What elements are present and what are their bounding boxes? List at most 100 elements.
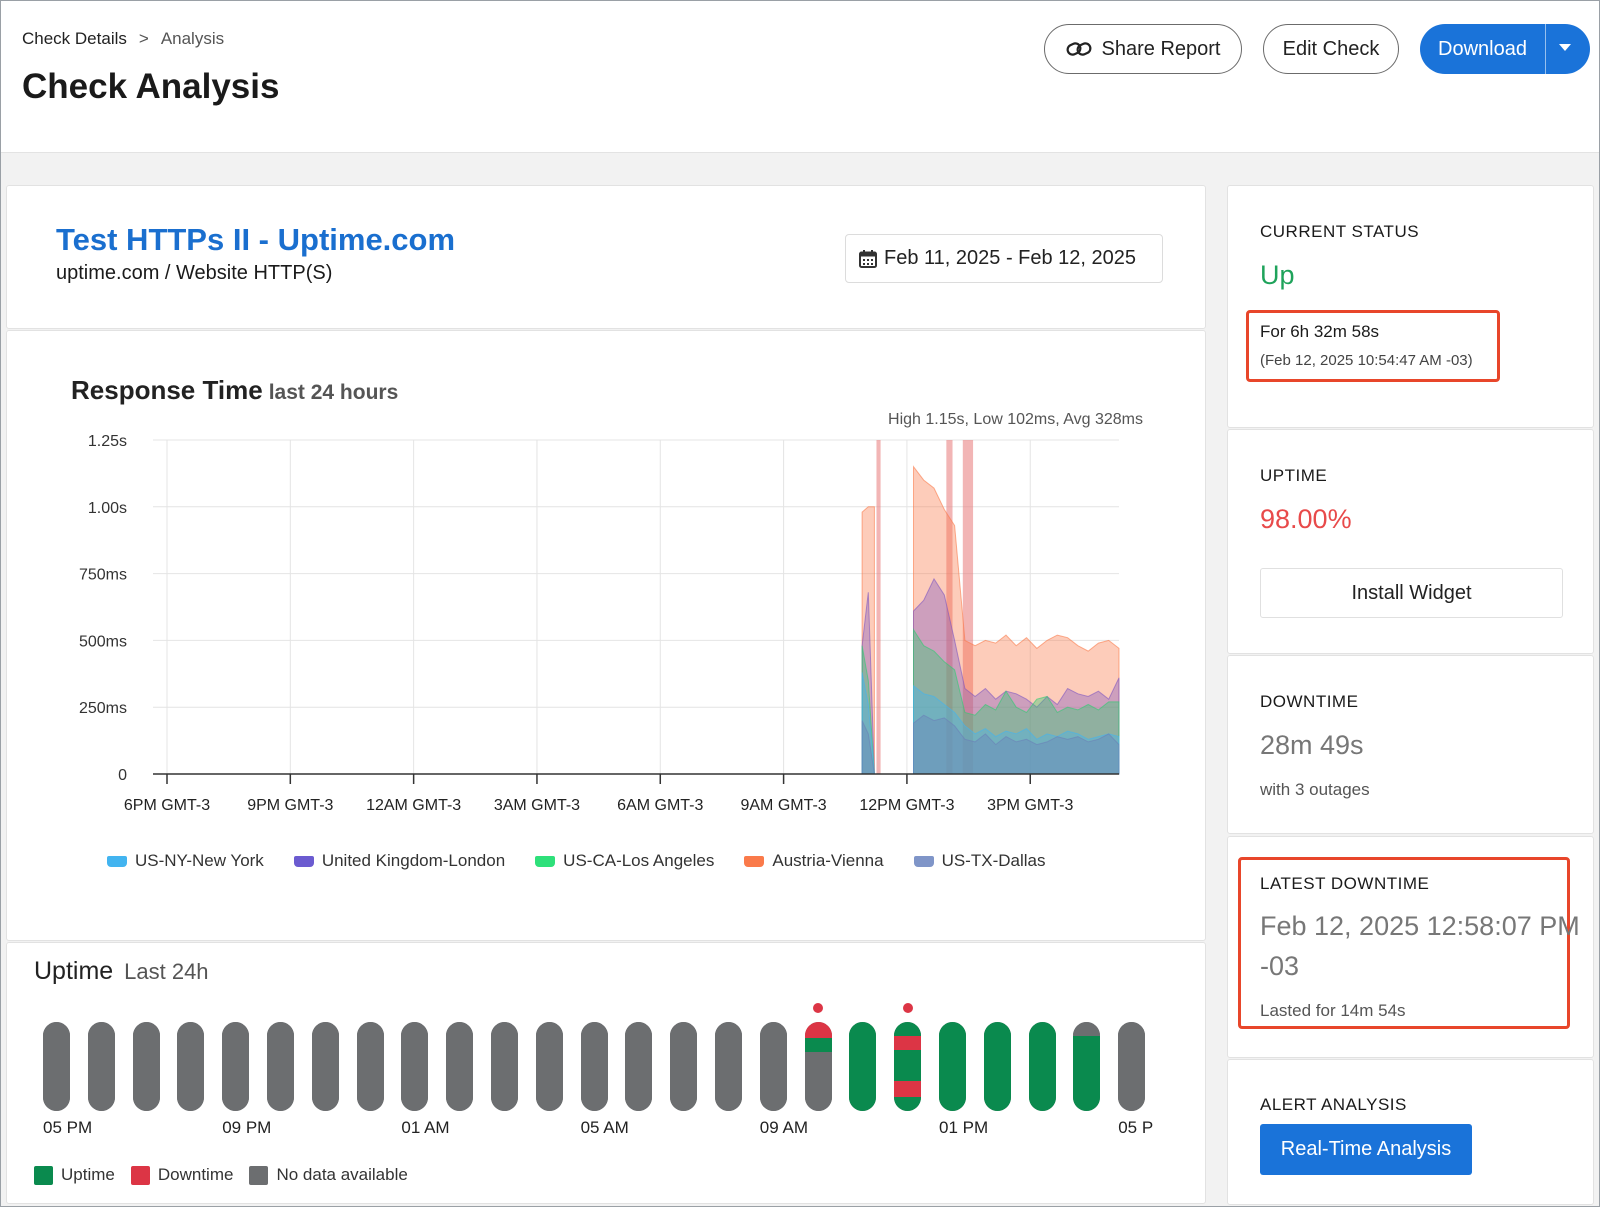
uptime-bar[interactable] [759, 1022, 787, 1111]
uptime-bar-segment [894, 1096, 922, 1111]
x-tick-label: 3PM GMT-3 [987, 797, 1073, 814]
uptime-bar[interactable] [1118, 1022, 1146, 1111]
uptime-bar-segment [939, 1022, 966, 1111]
breadcrumb: Check Details > Analysis [22, 29, 224, 49]
uptime-bar-segment [1028, 1022, 1056, 1111]
x-tick-label: 6PM GMT-3 [124, 797, 210, 814]
uptime-legend-swatch [130, 1165, 150, 1185]
latest-downtime-label: LATEST DOWNTIME [1260, 874, 1430, 893]
legend-item[interactable]: US-NY-New York [107, 851, 264, 871]
uptime-bar[interactable] [222, 1022, 250, 1111]
uptime-bar[interactable] [715, 1022, 742, 1111]
legend-swatch [107, 855, 127, 867]
uptime-bar[interactable] [804, 1022, 832, 1111]
uptime-bar[interactable] [1028, 1022, 1056, 1111]
uptime-bar[interactable] [894, 1022, 922, 1111]
legend-label: United Kingdom-London [321, 851, 506, 870]
check-name[interactable]: Test HTTPs II - Uptime.com [56, 222, 455, 258]
share-report-button[interactable]: Share Report [1044, 24, 1242, 74]
x-tick-label: 12PM GMT-3 [859, 797, 954, 814]
legend-item[interactable]: United Kingdom-London [293, 851, 506, 871]
legend-swatch [535, 855, 556, 867]
y-tick-label: 1.25s [88, 433, 127, 450]
uptime-bar[interactable] [1073, 1022, 1101, 1111]
latest-downtime-tz: -03 [1260, 951, 1300, 981]
uptime-bar-segment [625, 1022, 653, 1111]
uptime-bar[interactable] [491, 1022, 518, 1111]
uptime-bar-segment [1118, 1022, 1146, 1111]
outage-marker[interactable] [902, 1003, 913, 1013]
uptime-legend: Uptime Downtime No data available [34, 1165, 408, 1185]
uptime-title-suffix: Last 24h [124, 959, 209, 984]
legend-label: US-TX-Dallas [941, 851, 1046, 870]
uptime-legend-swatch [34, 1165, 53, 1185]
uptime-bar[interactable] [939, 1022, 966, 1111]
legend-label: US-NY-New York [135, 851, 264, 870]
legend-item[interactable]: US-TX-Dallas [913, 851, 1046, 871]
uptime-legend-label: Uptime [61, 1165, 115, 1184]
outage-marker[interactable] [813, 1003, 824, 1013]
status-duration-highlight [1246, 310, 1500, 382]
uptime-percent-card: UPTIME 98.00% Install Widget [1227, 429, 1594, 654]
install-widget-button[interactable]: Install Widget [1260, 568, 1563, 618]
uptime-bar-segment [132, 1022, 160, 1111]
uptime-bar-segment [894, 1050, 922, 1081]
download-label: Download [1438, 37, 1527, 60]
download-button[interactable]: Download [1420, 24, 1590, 74]
uptime-bar-segment [759, 1022, 787, 1111]
current-status-label: CURRENT STATUS [1260, 222, 1420, 241]
legend-swatch [744, 855, 765, 867]
chevron-down-icon[interactable] [1559, 44, 1571, 51]
uptime-bar[interactable] [849, 1022, 877, 1111]
x-tick-label: 9AM GMT-3 [740, 797, 826, 814]
date-range-text: Feb 11, 2025 - Feb 12, 2025 [884, 247, 1137, 269]
uptime-bar[interactable] [356, 1022, 384, 1111]
uptime-bar-segment [1073, 1022, 1101, 1037]
edit-check-button[interactable]: Edit Check [1263, 24, 1399, 74]
alert-analysis-label: ALERT ANALYSIS [1260, 1095, 1407, 1114]
uptime-legend-swatch [249, 1165, 269, 1185]
link-icon [1066, 42, 1091, 56]
uptime-bar[interactable] [401, 1022, 429, 1111]
uptime-bar[interactable] [177, 1022, 205, 1111]
uptime-bar[interactable] [580, 1022, 608, 1111]
uptime-bar-segment [43, 1022, 70, 1111]
real-time-analysis-button[interactable]: Real-Time Analysis [1260, 1124, 1472, 1175]
uptime-bar[interactable] [87, 1022, 115, 1111]
legend-item[interactable]: US-CA-Los Angeles [535, 851, 714, 871]
uptime-bar-segment [983, 1022, 1011, 1111]
uptime-bar-segment [446, 1022, 474, 1111]
uptime-bar[interactable] [670, 1022, 698, 1111]
breadcrumb-analysis: Analysis [160, 29, 225, 48]
uptime-bar[interactable] [267, 1022, 294, 1111]
uptime-bar[interactable] [983, 1022, 1011, 1111]
uptime-bar[interactable] [625, 1022, 653, 1111]
response-time-card: Response Time last 24 hours High 1.15s, L… [6, 330, 1206, 941]
date-range-picker[interactable]: Feb 11, 2025 - Feb 12, 2025 [845, 234, 1163, 283]
breadcrumb-check-details[interactable]: Check Details [22, 29, 127, 49]
uptime-bar[interactable] [132, 1022, 160, 1111]
downtime-band [876, 440, 881, 774]
downtime-card: DOWNTIME 28m 49s with 3 outages [1227, 655, 1594, 834]
share-report-label: Share Report [1101, 37, 1221, 60]
legend-label: Austria-Vienna [772, 851, 884, 870]
uptime-bar-segment [311, 1022, 339, 1111]
uptime-bar[interactable] [311, 1022, 339, 1111]
response-time-chart[interactable]: 0 250ms 500ms 750ms 1.00s 1.25s 6PM GMT-3 9PM G… [7, 331, 1207, 831]
uptime-bar[interactable] [535, 1022, 563, 1111]
uptime-bar-segment [87, 1022, 115, 1111]
uptime-tick-label: 05 AM [580, 1118, 629, 1137]
calendar-icon [859, 249, 877, 268]
uptime-legend-label: Downtime [157, 1165, 234, 1184]
uptime-legend-item: Uptime [34, 1165, 115, 1185]
uptime-bar-segment [894, 1036, 922, 1051]
uptime-title: Uptime Last 24h [34, 957, 209, 986]
uptime-percent-label: UPTIME [1260, 466, 1328, 485]
uptime-bar[interactable] [43, 1022, 70, 1111]
uptime-bar[interactable] [446, 1022, 474, 1111]
uptime-bar-segment [804, 1022, 832, 1039]
status-since: (Feb 12, 2025 10:54:47 AM -03) [1260, 352, 1473, 369]
uptime-bar-segment [222, 1022, 250, 1111]
x-tick-label: 9PM GMT-3 [247, 797, 333, 814]
legend-item[interactable]: Austria-Vienna [744, 851, 884, 871]
